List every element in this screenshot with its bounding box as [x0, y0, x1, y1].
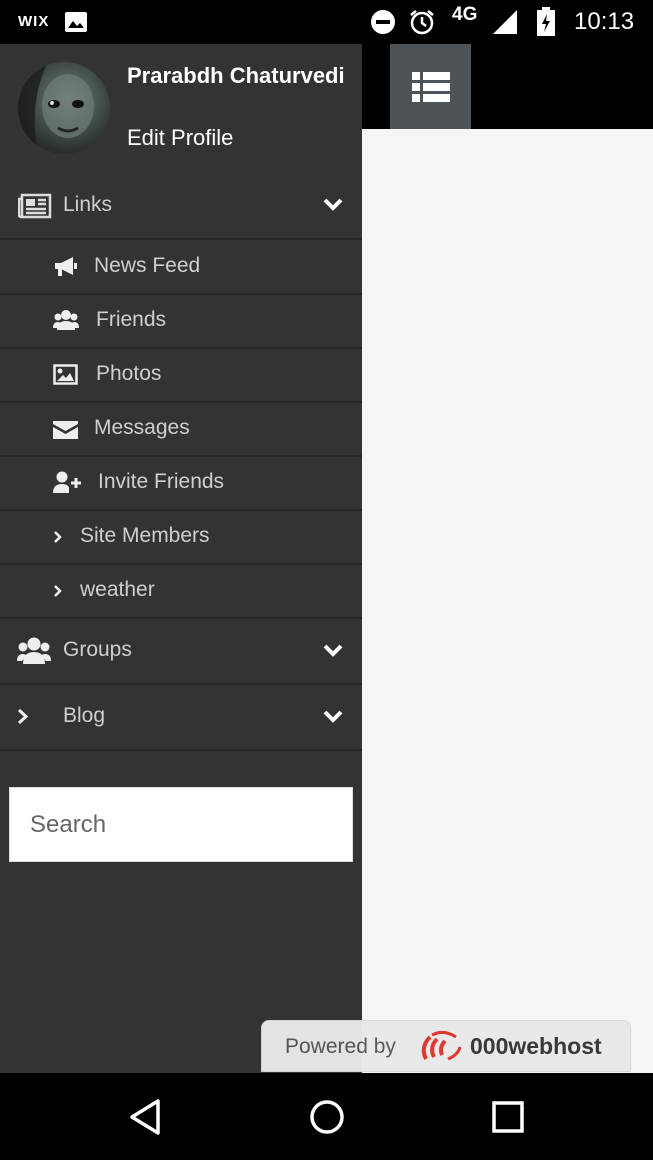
powered-by-brand: 000webhost	[470, 1033, 602, 1059]
menu-item-label: Messages	[94, 416, 190, 439]
menu-item-news-feed[interactable]: News Feed	[0, 240, 362, 295]
menu-item-label: Blog	[63, 704, 106, 727]
chevron-right-icon	[17, 708, 29, 725]
envelope-icon	[53, 421, 78, 439]
chevron-down-icon[interactable]	[322, 197, 344, 213]
powered-by-text: Powered by	[285, 1035, 396, 1058]
side-drawer: Prarabdh Chaturvedi Edit Profile Links N…	[0, 44, 362, 1073]
clock: 10:13	[574, 8, 635, 35]
back-icon[interactable]	[126, 1097, 166, 1137]
menu-item-label: Groups	[63, 638, 132, 661]
chevron-down-icon[interactable]	[322, 709, 344, 725]
menu-item-invite-friends[interactable]: Invite Friends	[0, 456, 362, 511]
android-nav-bar	[0, 1073, 653, 1160]
000webhost-logo-icon	[421, 1030, 462, 1061]
newspaper-icon	[18, 193, 52, 219]
menu-item-groups[interactable]: Groups	[0, 619, 362, 685]
network-type: 4G	[452, 4, 478, 25]
do-not-disturb-icon	[371, 10, 395, 34]
menu-item-label: Site Members	[80, 524, 210, 547]
menu-item-label: Photos	[96, 362, 162, 385]
users-icon	[17, 637, 51, 664]
megaphone-icon	[55, 257, 77, 276]
menu-item-messages[interactable]: Messages	[0, 402, 362, 457]
menu-toggle-button[interactable]	[390, 44, 471, 129]
profile-name[interactable]: Prarabdh Chaturvedi	[127, 59, 347, 92]
search-box	[9, 787, 353, 862]
users-icon	[53, 310, 79, 330]
menu-item-label: Friends	[96, 308, 167, 331]
battery-charging-icon	[537, 7, 555, 36]
chevron-right-icon	[54, 531, 62, 543]
main-content	[362, 129, 653, 1073]
home-icon[interactable]	[307, 1097, 347, 1137]
menu-item-weather[interactable]: weather	[0, 564, 362, 619]
chevron-down-icon[interactable]	[322, 643, 344, 659]
image-icon	[65, 12, 87, 32]
menu-item-label: Invite Friends	[98, 470, 225, 493]
menu-item-site-members[interactable]: Site Members	[0, 510, 362, 565]
menu-item-label: weather	[80, 578, 155, 601]
menu-item-friends[interactable]: Friends	[0, 294, 362, 349]
menu-item-links[interactable]: Links	[0, 173, 362, 240]
edit-profile-link[interactable]: Edit Profile	[127, 125, 233, 151]
signal-icon	[493, 10, 517, 34]
recents-icon[interactable]	[488, 1097, 528, 1137]
search-input[interactable]	[10, 788, 352, 861]
menu-item-blog[interactable]: Blog	[0, 685, 362, 751]
chevron-right-icon	[54, 585, 62, 597]
menu-item-label: Links	[63, 193, 113, 216]
menu-item-photos[interactable]: Photos	[0, 348, 362, 403]
picture-icon	[53, 364, 78, 385]
list-icon	[411, 71, 450, 102]
alarm-icon	[410, 10, 434, 35]
powered-by-badge[interactable]: Powered by 000webhost	[261, 1020, 631, 1072]
menu-item-label: News Feed	[94, 254, 201, 277]
user-plus-icon	[53, 471, 81, 493]
wix-logo: WIX	[18, 13, 50, 30]
avatar[interactable]	[18, 62, 110, 154]
status-bar: WIX 4G 10:13	[0, 0, 653, 44]
